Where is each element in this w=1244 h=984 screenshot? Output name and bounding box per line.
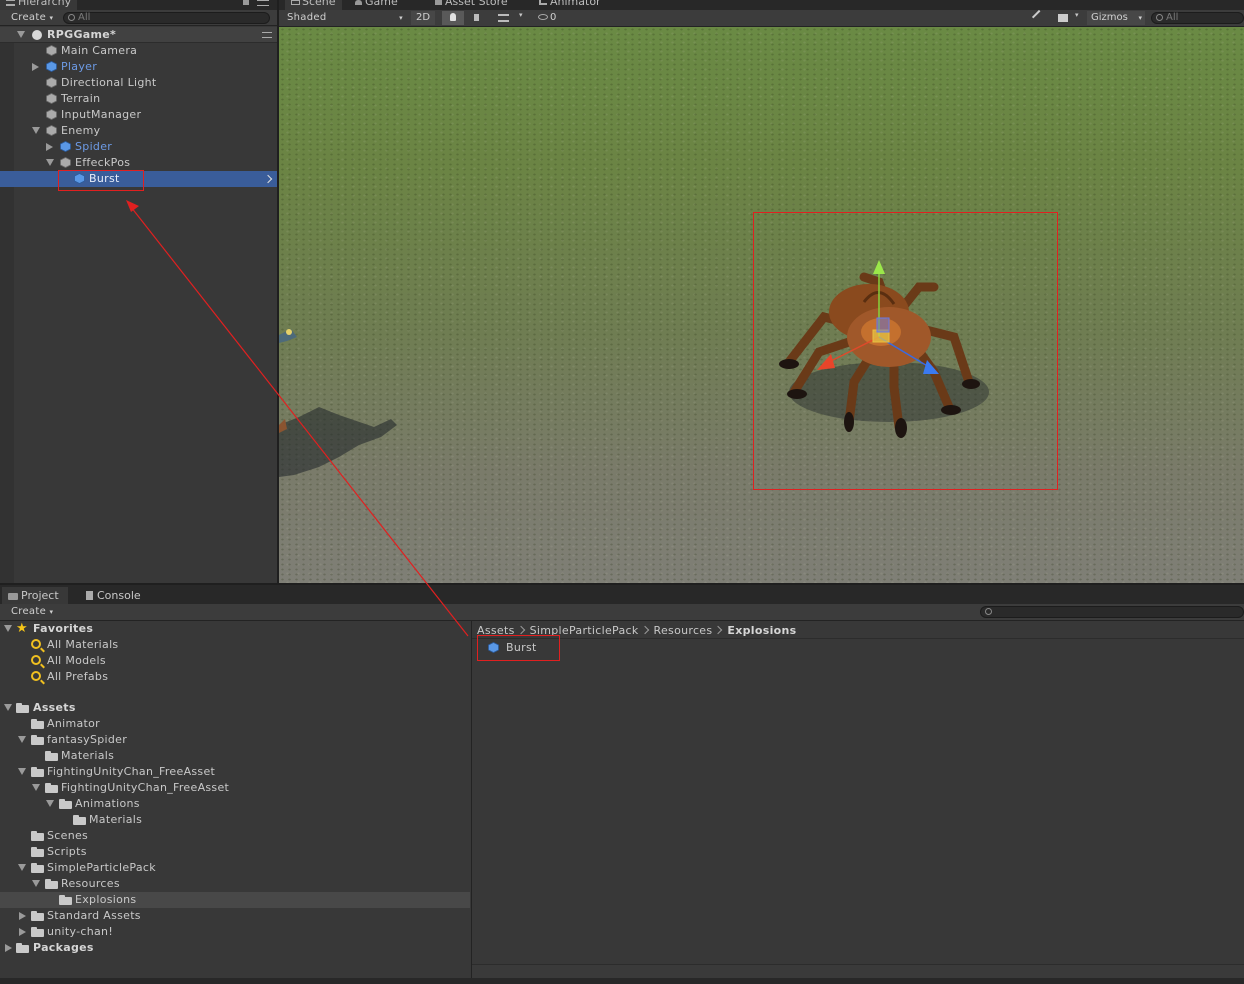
annotation-arrow [126, 200, 469, 637]
